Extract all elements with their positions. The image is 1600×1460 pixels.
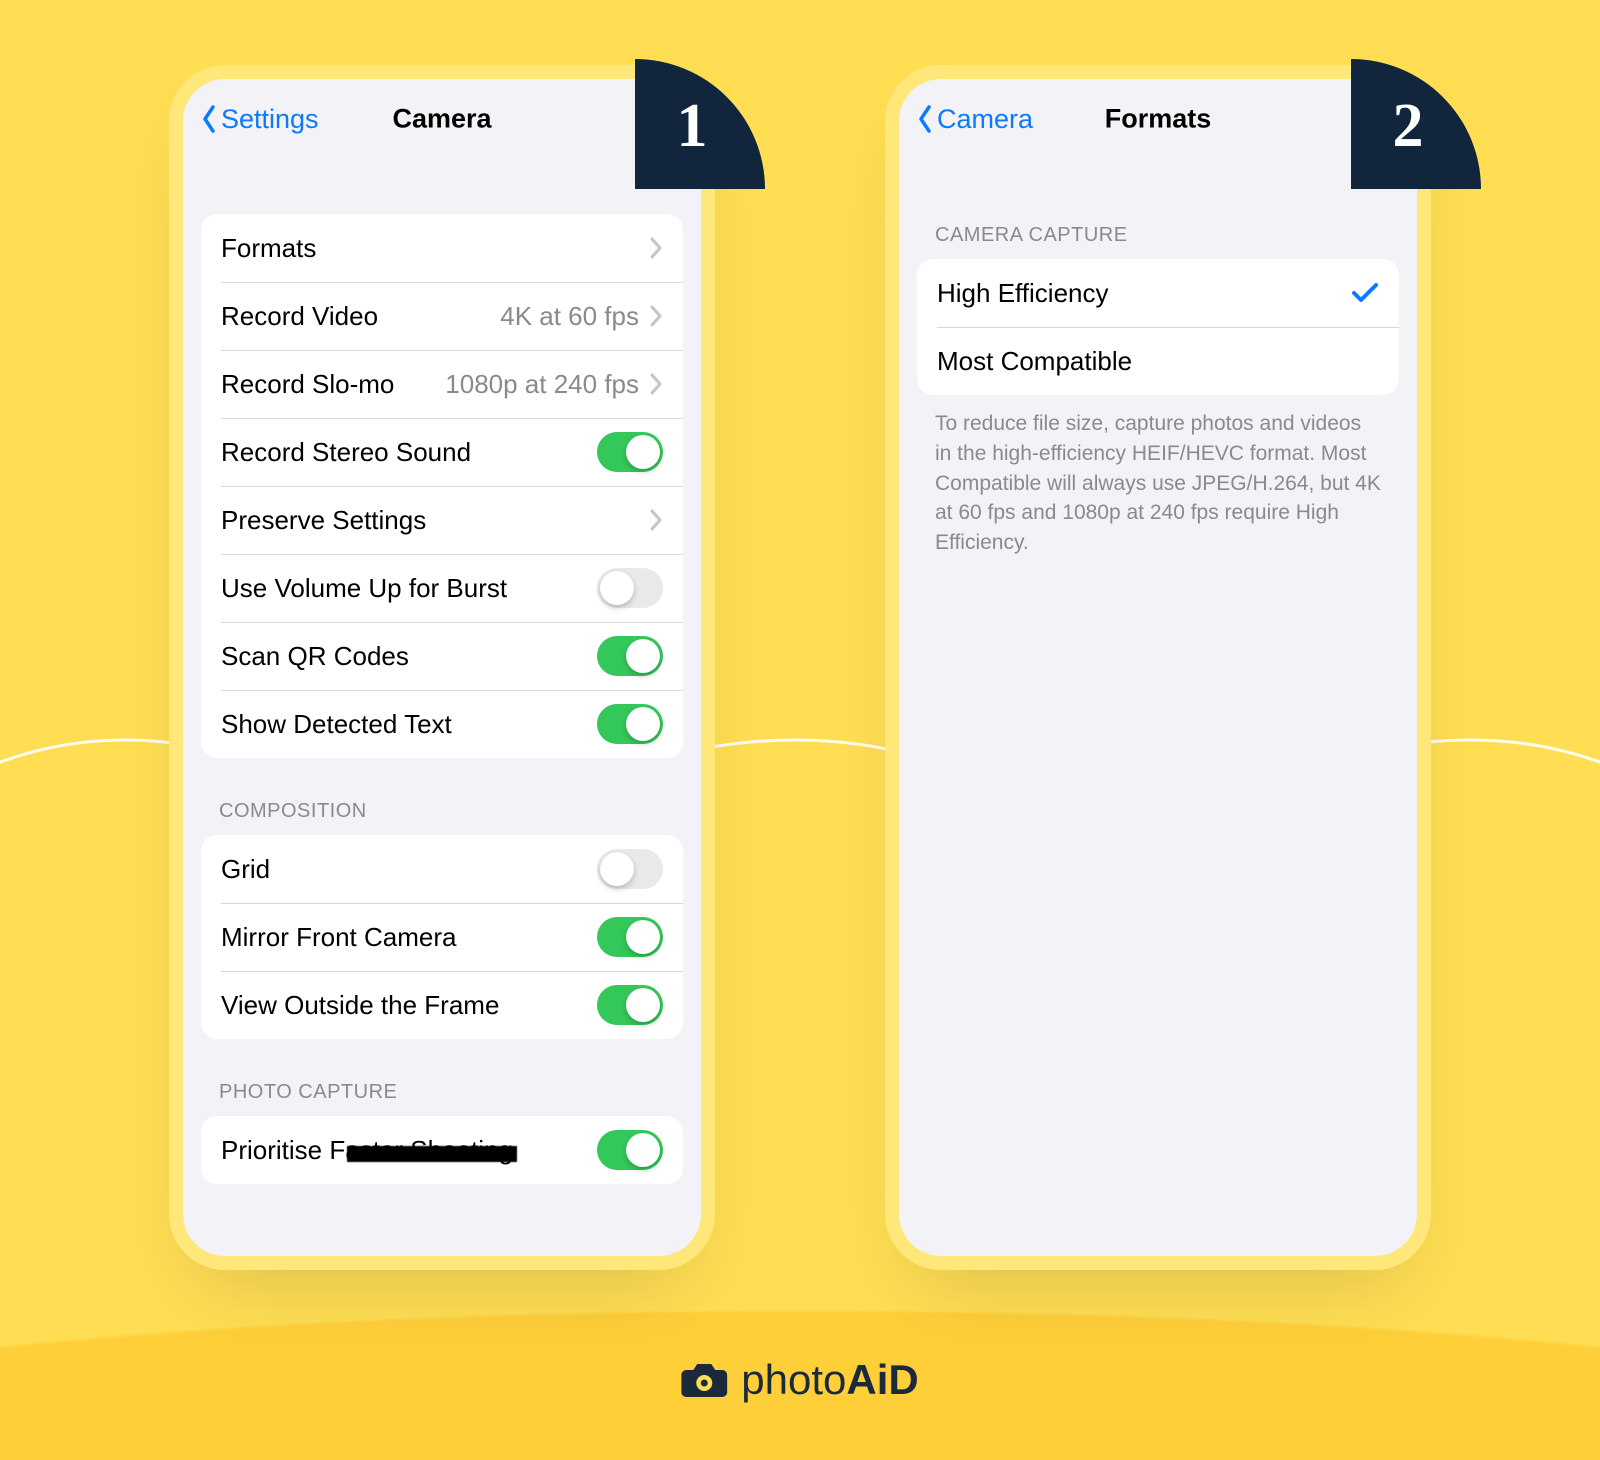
settings-group-main: Formats Record Video 4K at 60 fps Record Sl…: [201, 214, 683, 758]
chevron-right-icon: [649, 237, 663, 259]
toggle-switch[interactable]: [597, 432, 663, 472]
row-label: View Outside the Frame: [221, 990, 499, 1021]
row-detail: 4K at 60 fps: [500, 301, 639, 332]
chevron-right-icon: [649, 373, 663, 395]
chevron-left-icon: [201, 105, 217, 133]
row-mirror-front[interactable]: Mirror Front Camera: [201, 903, 683, 971]
brand-text-prefix: photo: [741, 1356, 846, 1403]
chevron-right-icon: [649, 305, 663, 327]
back-button[interactable]: Settings: [183, 104, 319, 135]
row-label: Grid: [221, 854, 270, 885]
camera-icon: [681, 1361, 727, 1399]
row-label: Mirror Front Camera: [221, 922, 456, 953]
toggle-switch[interactable]: [597, 985, 663, 1025]
phone-2: Camera Formats CAMERA CAPTURE High Effic…: [885, 65, 1431, 1270]
settings-scroll[interactable]: Formats Record Video 4K at 60 fps Record Sl…: [183, 159, 701, 1256]
row-label: Prioritise Faster Shooting: [221, 1135, 513, 1166]
chevron-left-icon: [917, 105, 933, 133]
section-footer-camera-capture: To reduce file size, capture photos and …: [899, 395, 1417, 558]
toggle-switch[interactable]: [597, 1130, 663, 1170]
row-label: Record Slo-mo: [221, 369, 394, 400]
row-formats[interactable]: Formats: [201, 214, 683, 282]
row-label: Preserve Settings: [221, 505, 426, 536]
section-header-camera-capture: CAMERA CAPTURE: [899, 224, 1417, 259]
nav-bar: Camera Formats: [899, 79, 1417, 159]
step-badge-2: 2: [1351, 59, 1481, 189]
row-prioritise-faster-shooting[interactable]: Prioritise Faster Shooting: [201, 1116, 683, 1184]
row-label: Show Detected Text: [221, 709, 452, 740]
page-title: Formats: [1105, 104, 1212, 135]
toggle-switch[interactable]: [597, 636, 663, 676]
step-badge-1: 1: [635, 59, 765, 189]
toggle-switch[interactable]: [597, 704, 663, 744]
section-header-photo-capture: PHOTO CAPTURE: [183, 1081, 701, 1116]
formats-scroll[interactable]: CAMERA CAPTURE High Efficiency Most Compa…: [899, 159, 1417, 1256]
toggle-switch[interactable]: [597, 917, 663, 957]
page-title: Camera: [392, 104, 491, 135]
row-grid[interactable]: Grid: [201, 835, 683, 903]
back-label: Camera: [937, 104, 1033, 135]
phone-1: Settings Camera Formats Record Video 4K at…: [169, 65, 715, 1270]
row-preserve-settings[interactable]: Preserve Settings: [201, 486, 683, 554]
row-volume-up-burst[interactable]: Use Volume Up for Burst: [201, 554, 683, 622]
row-most-compatible[interactable]: Most Compatible: [917, 327, 1399, 395]
back-button[interactable]: Camera: [899, 104, 1033, 135]
toggle-switch[interactable]: [597, 849, 663, 889]
toggle-switch[interactable]: [597, 568, 663, 608]
row-view-outside-frame[interactable]: View Outside the Frame: [201, 971, 683, 1039]
nav-bar: Settings Camera: [183, 79, 701, 159]
photoaid-logo: photoAiD: [681, 1356, 918, 1404]
row-high-efficiency[interactable]: High Efficiency: [917, 259, 1399, 327]
row-detail: 1080p at 240 fps: [445, 369, 639, 400]
row-record-video[interactable]: Record Video 4K at 60 fps: [201, 282, 683, 350]
back-label: Settings: [221, 104, 319, 135]
row-show-detected-text[interactable]: Show Detected Text: [201, 690, 683, 758]
checkmark-icon: [1351, 349, 1379, 373]
brand-text-suffix: AiD: [846, 1356, 918, 1403]
row-label: Formats: [221, 233, 316, 264]
chevron-right-icon: [649, 509, 663, 531]
row-scan-qr[interactable]: Scan QR Codes: [201, 622, 683, 690]
row-label: Record Stereo Sound: [221, 437, 471, 468]
row-record-stereo-sound[interactable]: Record Stereo Sound: [201, 418, 683, 486]
section-header-composition: COMPOSITION: [183, 800, 701, 835]
settings-group-photo-capture: Prioritise Faster Shooting: [201, 1116, 683, 1184]
row-record-slomo[interactable]: Record Slo-mo 1080p at 240 fps: [201, 350, 683, 418]
row-label: Scan QR Codes: [221, 641, 409, 672]
row-label: High Efficiency: [937, 278, 1109, 309]
checkmark-icon: [1351, 281, 1379, 305]
row-label: Most Compatible: [937, 346, 1132, 377]
settings-group-camera-capture: High Efficiency Most Compatible: [917, 259, 1399, 395]
row-label: Record Video: [221, 301, 378, 332]
settings-group-composition: Grid Mirror Front Camera View Outside the …: [201, 835, 683, 1039]
row-label: Use Volume Up for Burst: [221, 573, 507, 604]
